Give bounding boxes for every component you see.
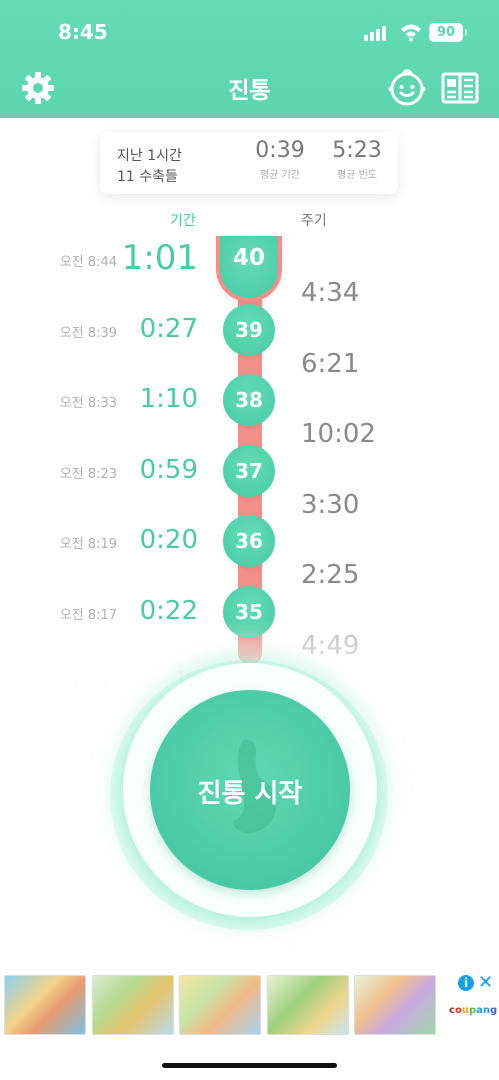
contraction-number-badge[interactable]: 38 (223, 374, 275, 426)
summary-period: 지난 1시간 (117, 148, 182, 164)
contraction-duration: 0:59 (139, 454, 198, 485)
duration-column-header: 기간 (170, 213, 196, 229)
contraction-duration: 0:27 (139, 313, 198, 344)
cellular-signal-icon (364, 25, 390, 41)
app-header: 8:45 90 진통 (0, 0, 499, 118)
avg-duration-stat: 0:39 평균 기간 (248, 138, 312, 181)
ad-map-image[interactable] (179, 975, 261, 1035)
avg-duration-label: 평균 기간 (260, 170, 300, 181)
contraction-duration: 1:10 (139, 384, 198, 414)
contraction-start-time: 오전 8:39 (59, 325, 117, 341)
battery-indicator: 90 (429, 23, 467, 42)
contraction-interval: 2:25 (301, 560, 360, 591)
ad-map-image[interactable] (4, 975, 86, 1035)
contraction-start-time: 오전 8:23 (59, 466, 117, 482)
contraction-interval: 3:30 (301, 489, 360, 520)
ad-close-icon[interactable]: ✕ (478, 972, 493, 993)
avg-duration-value: 0:39 (255, 138, 305, 163)
contraction-interval: 10:02 (301, 419, 376, 450)
contraction-interval: 4:34 (301, 278, 360, 309)
ad-map-image[interactable] (267, 975, 349, 1035)
book-icon (441, 72, 479, 104)
start-button-label: 진통 시작 (197, 779, 303, 809)
contraction-start-time: 오전 8:33 (59, 396, 117, 411)
avg-frequency-value: 5:23 (332, 138, 382, 163)
baby-profile-button[interactable] (387, 67, 427, 107)
start-contraction-button[interactable]: 진통 시작 (150, 690, 350, 890)
contraction-start-time: 오전 8:19 (59, 537, 117, 552)
ad-banner[interactable]: i ✕ coupang (0, 966, 499, 1046)
summary-card: 지난 1시간 11 수축들 0:39 평균 기간 5:23 평균 빈도 (100, 132, 398, 194)
interval-column-header: 주기 (301, 213, 327, 229)
ad-map-image[interactable] (354, 975, 436, 1035)
guide-book-button[interactable] (440, 70, 480, 106)
contraction-start-time: 오전 8:44 (59, 255, 117, 270)
wifi-icon (401, 24, 421, 42)
ad-brand-label: coupang (449, 1005, 498, 1016)
contraction-number-badge[interactable]: 39 (223, 303, 275, 356)
avg-frequency-label: 평균 빈도 (337, 170, 377, 181)
avg-frequency-stat: 5:23 평균 빈도 (325, 138, 389, 181)
summary-count: 11 수축들 (117, 169, 178, 185)
contraction-number-badge[interactable]: 37 (223, 444, 275, 497)
contraction-interval: 6:21 (301, 348, 360, 379)
contraction-number-badge[interactable]: 36 (223, 515, 275, 567)
home-indicator[interactable] (162, 1063, 337, 1068)
contraction-duration: 0:20 (139, 525, 198, 555)
status-time: 8:45 (58, 20, 108, 44)
baby-face-icon (388, 69, 426, 106)
contraction-number-badge[interactable]: 40 (216, 236, 282, 302)
ad-map-image[interactable] (92, 975, 174, 1035)
contraction-duration: 1:01 (121, 238, 198, 278)
ad-info-icon[interactable]: i (458, 975, 474, 991)
